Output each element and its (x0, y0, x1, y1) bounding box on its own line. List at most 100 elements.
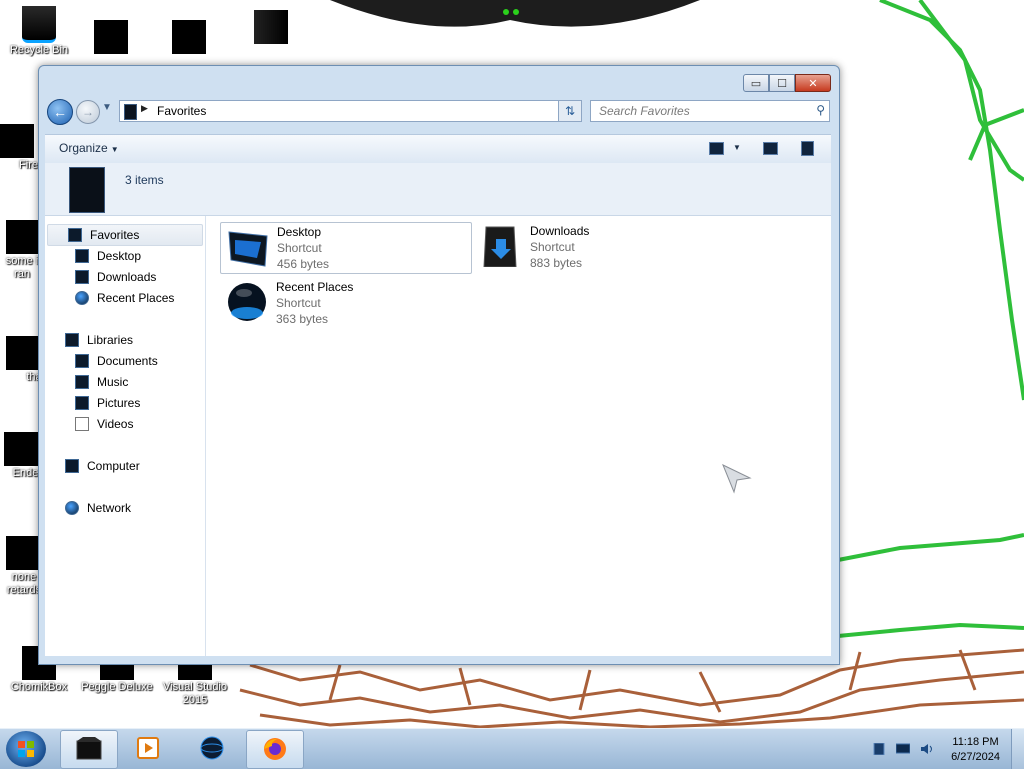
videos-icon (75, 417, 89, 431)
taskbar-button-firefox[interactable] (246, 730, 304, 769)
desktop-icon-label: some i ran (5, 255, 39, 280)
desktop-icon-label: ChomikBox (10, 681, 68, 693)
music-icon (75, 375, 89, 389)
desktop-icon-2[interactable] (150, 20, 228, 54)
recent-places-icon (75, 291, 89, 305)
desktop-icon-label: Recycle Bin (9, 44, 69, 56)
sidebar-item-label: Downloads (97, 270, 157, 284)
close-button[interactable]: ✕ (795, 74, 831, 92)
windows-logo-icon (18, 741, 34, 757)
sidebar-item-label: Pictures (97, 396, 141, 410)
recent-pages-button[interactable]: ▼ (102, 102, 112, 113)
item-count: 3 items (125, 173, 164, 187)
green-doodle-lines (837, 0, 1024, 638)
downloads-shortcut-icon (483, 226, 517, 267)
taskbar-button-globe[interactable] (184, 730, 240, 767)
file-size: 363 bytes (276, 312, 329, 326)
file-type: Shortcut (277, 241, 322, 255)
start-button[interactable] (6, 731, 46, 767)
taskbar-button-media-player[interactable] (120, 730, 176, 767)
desktop-icon-3[interactable] (232, 10, 310, 44)
recycle-bin-icon (22, 6, 56, 43)
recent-places-shortcut-icon (228, 283, 266, 321)
change-view-icon[interactable] (709, 142, 724, 155)
address-bar[interactable]: ▶ Favorites ▼ (119, 100, 581, 122)
favorites-folder-icon (69, 167, 105, 213)
redacted-icon (6, 336, 40, 370)
library-icon (65, 333, 79, 347)
file-item-desktop[interactable]: Desktop Shortcut 456 bytes (220, 222, 472, 274)
navigation-bar: ← → ▼ ▶ Favorites ▼ ⇅ ⚲ (45, 98, 831, 125)
arrow-left-icon: ← (53, 104, 67, 120)
desktop-icon (75, 249, 89, 263)
arrow-right-icon: → (82, 105, 94, 119)
redacted-icon (4, 432, 38, 466)
maximize-button[interactable]: ☐ (769, 74, 795, 92)
desktop-icon-1[interactable] (72, 20, 150, 54)
taskbar-button-explorer[interactable] (60, 730, 118, 769)
sidebar-item-label: Libraries (87, 333, 134, 347)
sidebar-item-label: Music (97, 375, 129, 389)
desktop-shortcut-icon (228, 231, 268, 267)
breadcrumb-separator-icon[interactable]: ▶ (141, 103, 148, 114)
globe-icon (200, 736, 224, 760)
sidebar-item-computer[interactable]: Computer (65, 456, 221, 476)
search-box[interactable]: ⚲ (590, 100, 830, 122)
back-button[interactable]: ← (47, 99, 73, 125)
redacted-icon (6, 220, 40, 254)
refresh-icon: ⇅ (564, 104, 576, 118)
details-bar: 3 items (45, 163, 831, 216)
system-clock[interactable]: 11:18 PM 6/27/2024 (951, 735, 1000, 765)
computer-icon (65, 459, 79, 473)
preview-pane-icon[interactable] (763, 142, 778, 155)
file-name: Recent Places (276, 280, 354, 294)
sidebar-item-favorites[interactable]: Favorites (47, 224, 203, 246)
redacted-icon (94, 20, 128, 54)
view-options-dropdown[interactable]: ▼ (733, 143, 741, 152)
file-item-recent-places[interactable]: Recent Places Shortcut 363 bytes (220, 278, 470, 328)
search-input[interactable] (597, 103, 801, 119)
redacted-icon (254, 10, 288, 44)
sidebar-item-label: Recent Places (97, 291, 175, 305)
sidebar-item-label: Network (87, 501, 132, 515)
clock-time: 11:18 PM (952, 736, 999, 748)
desktop-icon-label: Visual Studio 2015 (162, 681, 227, 706)
refresh-button[interactable]: ⇅ (558, 100, 582, 122)
redacted-icon (172, 20, 206, 54)
organize-button[interactable]: Organize ▼ (59, 141, 119, 155)
chevron-down-icon: ▼ (110, 145, 119, 154)
forward-button[interactable]: → (76, 100, 100, 124)
sidebar-item-label: Desktop (97, 249, 142, 263)
desktop-icon-label: Peggle Deluxe (81, 681, 153, 693)
breadcrumb-favorites[interactable]: Favorites (157, 104, 206, 118)
sidebar-item-libraries[interactable]: Libraries (65, 330, 221, 350)
minimize-button[interactable]: ▭ (743, 74, 769, 92)
show-desktop-button[interactable] (1011, 729, 1024, 769)
sidebar-item-network[interactable]: Network (65, 498, 221, 518)
volume-icon[interactable] (920, 743, 934, 755)
file-item-downloads[interactable]: Downloads Shortcut 883 bytes (474, 222, 724, 272)
file-name: Desktop (277, 225, 322, 239)
favorites-folder-icon (124, 104, 137, 120)
command-bar: Organize ▼ ▼ (45, 134, 831, 164)
firefox-icon (264, 738, 286, 760)
caption-buttons: ▭ ☐ ✕ (743, 74, 831, 92)
navigation-pane: Favorites Desktop Downloads Recent Place… (45, 216, 206, 656)
file-type: Shortcut (276, 296, 321, 310)
display-icon[interactable] (896, 743, 910, 755)
file-list: Desktop Shortcut 456 bytes Downloads Sho… (206, 216, 831, 656)
explorer-window: ▭ ☐ ✕ ← → ▼ ▶ Favorites ▼ ⇅ ⚲ Organize▼ … (38, 65, 840, 665)
organize-label: Organize (59, 141, 108, 155)
search-icon[interactable]: ⚲ (816, 103, 825, 117)
redacted-icon (6, 536, 40, 570)
redacted-icon (0, 124, 34, 158)
file-size: 883 bytes (530, 256, 583, 270)
file-type: Shortcut (530, 240, 575, 254)
desktop-icon-recycle-bin[interactable]: Recycle Bin (0, 6, 78, 57)
sidebar-item-label: Favorites (90, 228, 140, 242)
media-player-icon (137, 737, 159, 759)
help-icon[interactable] (801, 141, 814, 156)
taskbar: 11:18 PM 6/27/2024 (0, 728, 1024, 769)
file-size: 456 bytes (277, 257, 330, 271)
action-center-icon[interactable] (872, 743, 886, 755)
